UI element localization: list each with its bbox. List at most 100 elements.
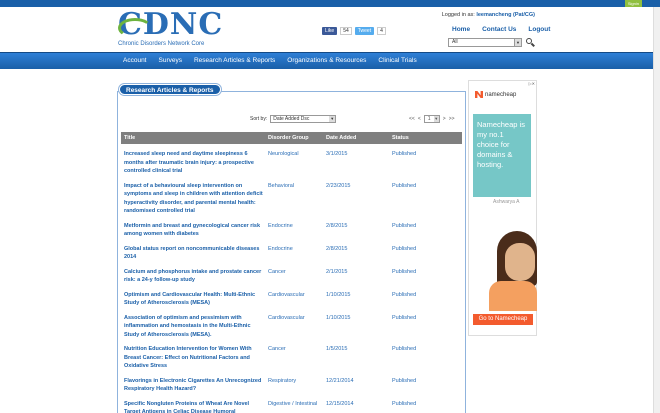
chevron-down-icon: ▼ — [433, 116, 439, 122]
main-nav: Account Surveys Research Articles & Repo… — [0, 52, 660, 69]
search-button[interactable] — [525, 37, 535, 47]
nav-research-articles[interactable]: Research Articles & Reports — [194, 57, 275, 64]
sort-select[interactable]: Date Added Dsc ▼ — [270, 115, 337, 123]
first-page-button[interactable]: << — [409, 116, 415, 122]
status-cell: Published — [392, 291, 417, 298]
article-title-link[interactable]: Optimism and Cardiovascular Health: Mult… — [121, 285, 265, 308]
status-cell: Published — [392, 182, 417, 189]
date-added-cell: 1/10/2015 — [326, 314, 351, 321]
social-buttons: Like 54 Tweet 4 — [322, 27, 386, 35]
nav-account[interactable]: Account — [123, 57, 147, 64]
tweet-count: 4 — [377, 27, 386, 35]
search-scope-select[interactable]: All ▼ — [448, 38, 522, 47]
date-added-cell: 2/23/2015 — [326, 182, 351, 189]
chevron-down-icon: ▼ — [329, 116, 336, 122]
date-added-cell: 2/8/2015 — [326, 222, 348, 229]
sort-value: Date Added Dsc — [273, 116, 310, 122]
table-row: Association of optimism and pessimism wi… — [121, 308, 462, 340]
namecheap-logo-icon — [475, 91, 483, 98]
pagination: << < 1 ▼ > >> — [409, 115, 455, 123]
logo-swoosh-icon — [118, 18, 152, 38]
prev-page-button[interactable]: < — [418, 116, 421, 122]
tweet-button[interactable]: Tweet — [354, 27, 375, 35]
signin-tab[interactable]: Signin — [624, 0, 642, 7]
ad-brand-name: namecheap — [485, 91, 517, 98]
disorder-group-cell: Endocrine — [268, 245, 293, 252]
article-title-link[interactable]: Nutrition Education Intervention for Wom… — [121, 339, 265, 371]
home-link[interactable]: Home — [452, 26, 470, 33]
top-links: Home Contact Us Logout — [452, 26, 550, 33]
table-row: Nutrition Education Intervention for Wom… — [121, 339, 462, 371]
status-cell: Published — [392, 268, 417, 275]
logged-in-user[interactable]: leemancheng (Pat/CG) — [476, 12, 535, 18]
disorder-group-cell: Digestive / Intestinal — [268, 400, 318, 407]
date-added-cell: 12/21/2014 — [326, 377, 354, 384]
article-title-link[interactable]: Global status report on noncommunicable … — [121, 239, 265, 262]
table-row: Global status report on noncommunicable … — [121, 239, 462, 262]
articles-table: Title Disorder Group Date Added Status I… — [121, 132, 462, 413]
ad-message: Namecheap is my no.1 choice for domains … — [473, 114, 531, 197]
nav-clinical-trials[interactable]: Clinical Trials — [378, 57, 416, 64]
disorder-group-cell: Endocrine — [268, 222, 293, 229]
disorder-group-cell: Cancer — [268, 268, 286, 275]
article-title-link[interactable]: Impact of a behavioural sleep interventi… — [121, 176, 265, 216]
date-added-cell: 1/5/2015 — [326, 346, 348, 352]
facebook-like-button[interactable]: Like — [322, 27, 338, 35]
disorder-group-cell: Behavioral — [268, 182, 294, 189]
table-row: Calcium and phosphorus intake and prosta… — [121, 262, 462, 285]
logo-subtitle: Chronic Disorders Network Core — [118, 41, 205, 47]
article-title-link[interactable]: Specific Nongluten Proteins of Wheat Are… — [121, 394, 265, 413]
column-title[interactable]: Title — [121, 132, 265, 144]
status-cell: Published — [392, 151, 417, 157]
article-title-link[interactable]: Metformin and breast and gynecological c… — [121, 216, 265, 239]
facebook-like-count: 54 — [340, 27, 352, 35]
table-header: Title Disorder Group Date Added Status — [121, 132, 462, 144]
disorder-group-cell: Cardiovascular — [268, 291, 305, 298]
advertisement[interactable]: ▷✕ namecheap Namecheap is my no.1 choice… — [468, 80, 537, 336]
date-added-cell: 2/1/2015 — [326, 268, 348, 275]
article-title-link[interactable]: Calcium and phosphorus intake and prosta… — [121, 262, 265, 285]
disorder-group-cell: Cancer — [268, 346, 286, 352]
table-row: Specific Nongluten Proteins of Wheat Are… — [121, 394, 462, 413]
disorder-group-cell: Neurological — [268, 151, 299, 157]
article-title-link[interactable]: Increased sleep need and daytime sleepin… — [121, 144, 265, 176]
nav-surveys[interactable]: Surveys — [159, 57, 182, 64]
table-row: Optimism and Cardiovascular Health: Mult… — [121, 285, 462, 308]
status-cell: Published — [392, 400, 417, 407]
sort-control: Sort by: Date Added Dsc ▼ — [250, 115, 337, 123]
search-scope-value: All — [452, 39, 458, 45]
column-status[interactable]: Status — [389, 132, 462, 144]
disorder-group-cell: Cardiovascular — [268, 314, 305, 321]
date-added-cell: 1/10/2015 — [326, 291, 351, 298]
ad-choices-icon[interactable]: ▷✕ — [529, 81, 535, 86]
logout-link[interactable]: Logout — [528, 26, 550, 33]
status-cell: Published — [392, 314, 417, 321]
ad-signature: Ashwarya A — [493, 199, 520, 205]
article-title-link[interactable]: Flavorings in Electronic Cigarettes An U… — [121, 371, 265, 394]
ad-cta-button[interactable]: Go to Namecheap — [473, 314, 533, 325]
logged-in-label: Logged in as: — [441, 12, 475, 18]
table-row: Impact of a behavioural sleep interventi… — [121, 176, 462, 216]
column-disorder-group[interactable]: Disorder Group — [265, 132, 323, 144]
status-cell: Published — [392, 377, 417, 384]
site-logo[interactable]: CDNC Chronic Disorders Network Core — [118, 10, 222, 50]
table-row: Increased sleep need and daytime sleepin… — [121, 144, 462, 176]
next-page-button[interactable]: > — [443, 116, 446, 122]
page-scrollbar[interactable] — [653, 7, 660, 413]
chevron-down-icon: ▼ — [514, 39, 521, 46]
ad-person-image — [483, 231, 537, 311]
section-title: Research Articles & Reports — [119, 84, 221, 95]
ad-brand: namecheap — [475, 91, 516, 98]
date-added-cell: 2/8/2015 — [326, 245, 348, 252]
research-panel: Research Articles & Reports Sort by: Dat… — [117, 83, 466, 413]
last-page-button[interactable]: >> — [449, 116, 455, 122]
page-select[interactable]: 1 ▼ — [423, 115, 440, 123]
column-date-added[interactable]: Date Added — [323, 132, 389, 144]
status-cell: Published — [392, 245, 417, 252]
date-added-cell: 3/1/2015 — [326, 151, 348, 157]
page-value: 1 — [427, 116, 431, 122]
nav-organizations[interactable]: Organizations & Resources — [287, 57, 366, 64]
table-row: Metformin and breast and gynecological c… — [121, 216, 462, 239]
article-title-link[interactable]: Association of optimism and pessimism wi… — [121, 308, 265, 340]
contact-us-link[interactable]: Contact Us — [482, 26, 516, 33]
